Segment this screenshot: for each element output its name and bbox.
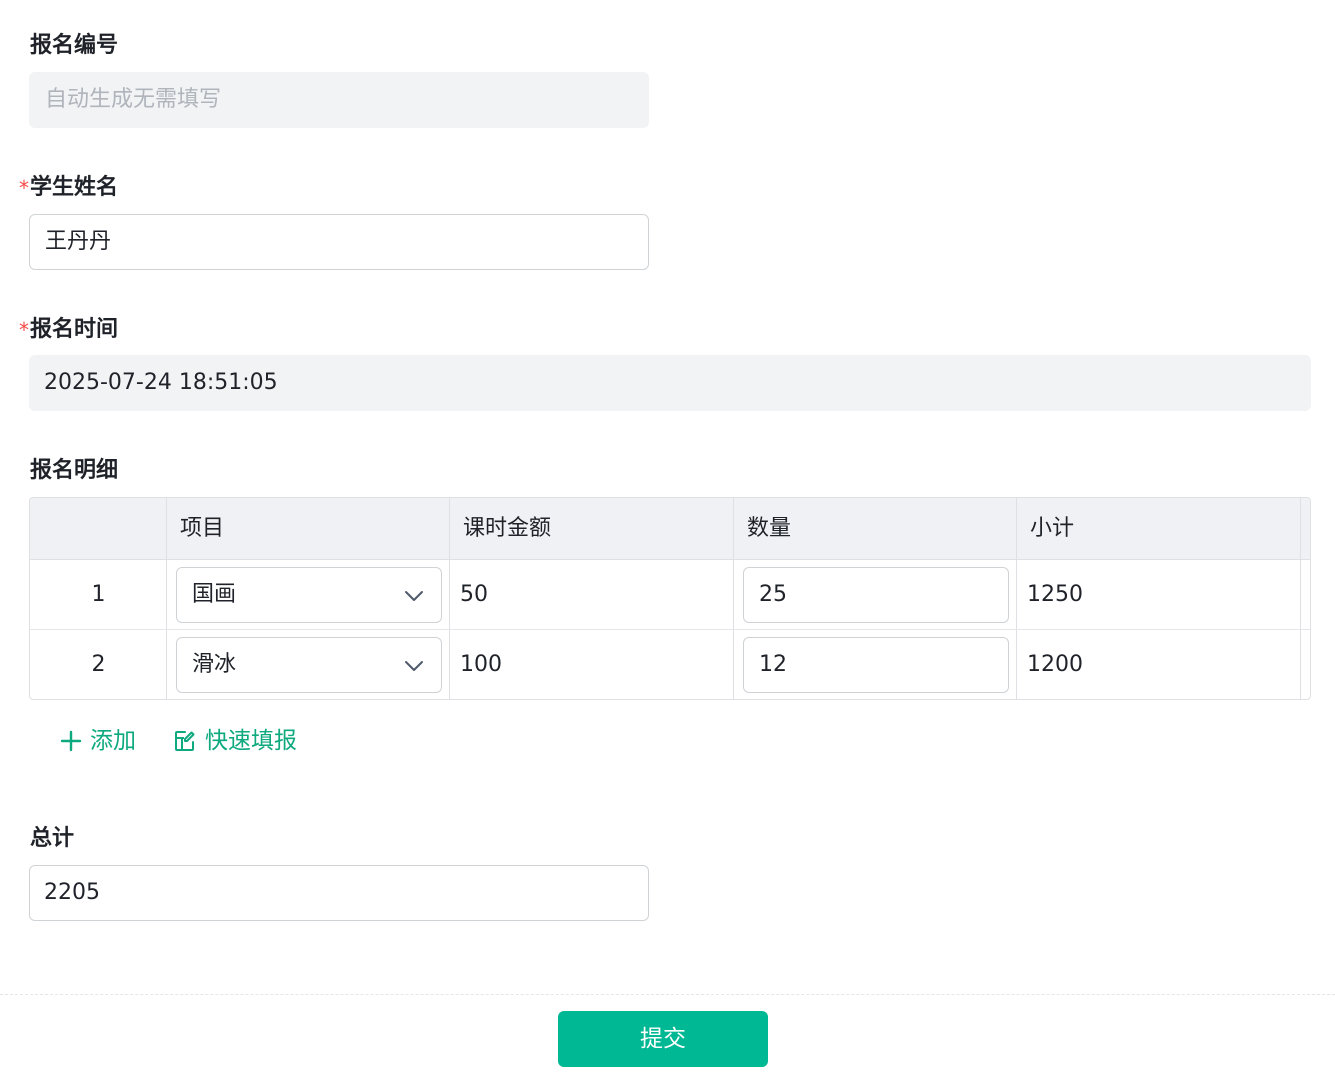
edit-table-icon (175, 731, 195, 751)
reg-no-input: 自动生成无需填写 (29, 72, 649, 128)
reg-no-label: 报名编号 (30, 33, 119, 58)
column-header-subtotal: 小计 (1030, 516, 1075, 541)
table-row: 1 国画 50 25 1250 (30, 560, 1310, 630)
table-header: 项目 课时金额 数量 小计 (30, 498, 1310, 560)
qty-input[interactable]: 25 (743, 567, 1009, 623)
price-cell: 100 (460, 652, 502, 677)
student-name-value: 王丹丹 (45, 229, 112, 254)
student-name-input[interactable]: 王丹丹 (29, 214, 649, 270)
reg-time-field[interactable]: 2025-07-24 18:51:05 (29, 355, 1311, 411)
item-select[interactable]: 滑冰 (176, 637, 442, 693)
required-mark: * (19, 318, 29, 342)
reg-time-label: * 报名时间 (19, 315, 118, 345)
total-label: 总计 (30, 826, 75, 851)
total-input[interactable]: 2205 (29, 865, 649, 921)
qty-value: 25 (759, 582, 787, 607)
item-select-value: 滑冰 (192, 652, 237, 677)
reg-no-placeholder: 自动生成无需填写 (45, 87, 222, 112)
details-table: 项目 课时金额 数量 小计 1 国画 50 25 1250 2 滑冰 100 1… (29, 497, 1311, 700)
row-index: 2 (91, 652, 106, 677)
quick-fill-button[interactable]: 快速填报 (173, 723, 297, 759)
qty-value: 12 (759, 652, 787, 677)
column-header-qty: 数量 (747, 516, 792, 541)
table-row: 2 滑冰 100 12 1200 (30, 630, 1310, 699)
qty-input[interactable]: 12 (743, 637, 1009, 693)
reg-time-value: 2025-07-24 18:51:05 (44, 370, 278, 395)
column-header-price: 课时金额 (463, 516, 552, 541)
quick-fill-label: 快速填报 (205, 728, 297, 754)
total-value: 2205 (44, 880, 100, 905)
column-header-item: 项目 (180, 516, 225, 541)
chevron-down-icon (405, 591, 423, 601)
registration-form: 报名编号 自动生成无需填写 * 学生姓名 王丹丹 * 报名时间 2025-07-… (0, 0, 1335, 1075)
item-select[interactable]: 国画 (176, 567, 442, 623)
subtotal-cell: 1250 (1027, 582, 1083, 607)
submit-button[interactable]: 提交 (558, 1011, 768, 1067)
plus-icon (60, 730, 82, 752)
subtotal-cell: 1200 (1027, 652, 1083, 677)
item-select-value: 国画 (192, 582, 237, 607)
row-index: 1 (91, 582, 106, 607)
student-name-label: * 学生姓名 (19, 173, 118, 203)
add-row-label: 添加 (90, 728, 136, 754)
required-mark: * (19, 176, 29, 200)
details-label: 报名明细 (30, 458, 119, 483)
add-row-button[interactable]: 添加 (60, 723, 136, 759)
price-cell: 50 (460, 582, 488, 607)
footer-divider (0, 994, 1335, 995)
column-header-index (30, 498, 167, 559)
chevron-down-icon (405, 661, 423, 671)
